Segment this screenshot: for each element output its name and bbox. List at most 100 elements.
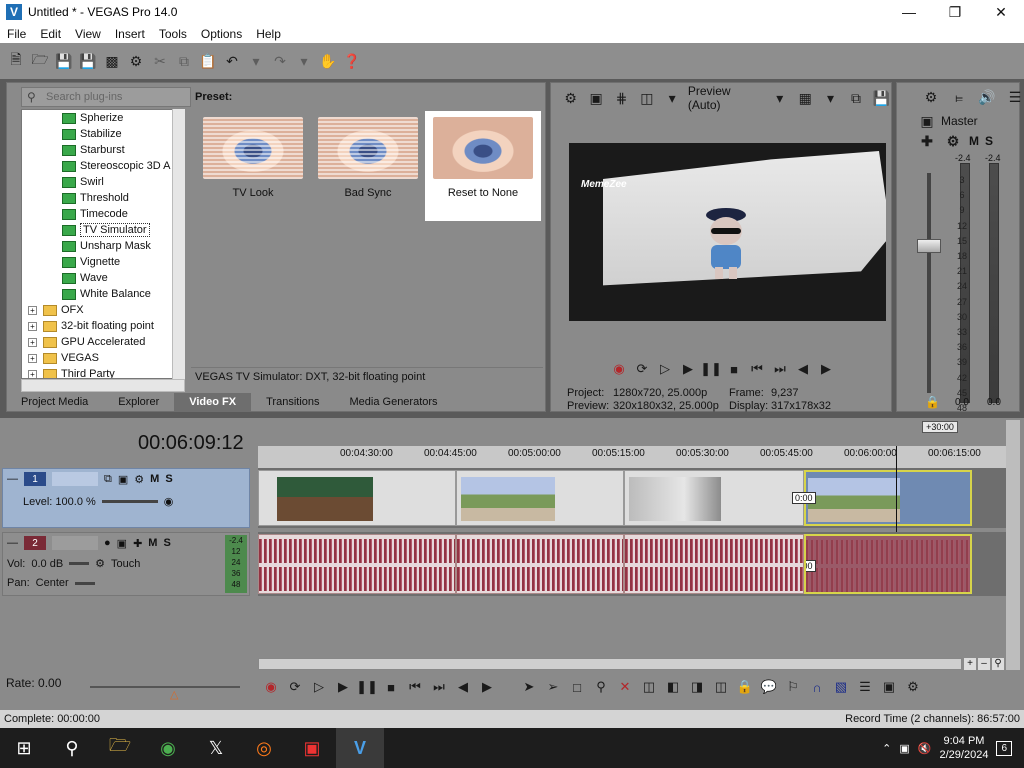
- previous-frame-icon[interactable]: ◀: [795, 361, 811, 377]
- dropdown-icon[interactable]: ▾: [770, 88, 789, 108]
- video-clip[interactable]: [456, 470, 624, 526]
- mixer-settings-icon[interactable]: ⚙: [921, 87, 941, 107]
- tree-folder[interactable]: + VEGAS: [22, 350, 184, 366]
- tree-folder[interactable]: + OFX: [22, 302, 184, 318]
- audio-track-lane[interactable]: 0:00: [258, 532, 1006, 596]
- zoom-fit-icon[interactable]: ⚲: [992, 658, 1004, 670]
- split-icon[interactable]: ◫: [712, 678, 730, 696]
- pan-icon[interactable]: ✚: [917, 131, 937, 151]
- tree-vertical-scrollbar[interactable]: [172, 109, 185, 379]
- insert-region-icon[interactable]: ⚐: [784, 678, 802, 696]
- master-fader-track[interactable]: [927, 173, 931, 393]
- file-explorer-icon[interactable]: 🗁: [96, 728, 144, 768]
- network-icon[interactable]: ▣: [899, 742, 909, 755]
- search-plugins-input[interactable]: ⚲ Search plug-ins: [21, 87, 191, 107]
- undo-dropdown-icon[interactable]: ▾: [246, 51, 266, 71]
- snapping-icon[interactable]: ∩: [808, 678, 826, 696]
- redo-icon[interactable]: ↷: [270, 51, 290, 71]
- cut-icon[interactable]: ✂: [150, 51, 170, 71]
- save-icon[interactable]: 💾: [54, 51, 74, 71]
- video-event-fx-icon[interactable]: ⚙: [904, 678, 922, 696]
- video-clip[interactable]: [624, 470, 804, 526]
- chevron-up-icon[interactable]: ⌃: [882, 742, 891, 755]
- tree-item[interactable]: Spherize: [22, 110, 184, 126]
- media-app-icon[interactable]: ▣: [288, 728, 336, 768]
- tree-item[interactable]: Stabilize: [22, 126, 184, 142]
- menu-options[interactable]: Options: [194, 27, 249, 41]
- save-as-icon[interactable]: 💾: [78, 51, 98, 71]
- mixer-channels-icon[interactable]: ☰: [1005, 87, 1024, 107]
- copy-icon[interactable]: ⧉: [174, 51, 194, 71]
- mute-button[interactable]: M: [148, 537, 157, 549]
- stop-icon[interactable]: ■: [382, 678, 400, 696]
- windows-start-icon[interactable]: ⊞: [0, 728, 48, 768]
- go-to-start-icon[interactable]: ⏮: [406, 678, 424, 696]
- go-to-end-icon[interactable]: ⏭: [430, 678, 448, 696]
- timeline-horizontal-scrollbar[interactable]: [258, 658, 962, 670]
- tree-folder[interactable]: + Third Party: [22, 366, 184, 378]
- tree-item[interactable]: Wave: [22, 270, 184, 286]
- timeline-ruler[interactable]: 00:04:30:00 00:04:45:00 00:05:00:00 00:0…: [258, 446, 1006, 468]
- next-frame-icon[interactable]: ▶: [478, 678, 496, 696]
- external-monitor-icon[interactable]: ▣: [586, 88, 605, 108]
- solo-button[interactable]: S: [165, 473, 172, 485]
- normal-edit-tool-icon[interactable]: ➤: [520, 678, 538, 696]
- master-fader-knob[interactable]: [917, 239, 941, 253]
- tree-item[interactable]: Threshold: [22, 190, 184, 206]
- track-name-field[interactable]: [52, 472, 98, 486]
- preset-reset-to-none[interactable]: Reset to None: [425, 111, 541, 221]
- ripple-edit-icon[interactable]: ☰: [856, 678, 874, 696]
- tree-item[interactable]: Vignette: [22, 254, 184, 270]
- play-icon[interactable]: ▶: [334, 678, 352, 696]
- video-track-header[interactable]: — 1 ⧉ ▣ ⚙ M S Level: 100.0 % ◉: [2, 468, 250, 528]
- copy-snapshot-icon[interactable]: ⧉: [846, 88, 865, 108]
- audio-clip[interactable]: [258, 534, 456, 594]
- menu-view[interactable]: View: [68, 27, 108, 41]
- tree-item[interactable]: Swirl: [22, 174, 184, 190]
- insert-marker-icon[interactable]: 💬: [760, 678, 778, 696]
- audio-clip[interactable]: [624, 534, 804, 594]
- expand-icon[interactable]: +: [28, 353, 37, 363]
- track-motion-icon[interactable]: ⧉: [104, 473, 112, 486]
- tree-folder[interactable]: +32-bit floating point: [22, 318, 184, 334]
- tab-video-fx[interactable]: Video FX: [174, 393, 252, 412]
- expand-icon[interactable]: +: [28, 305, 37, 315]
- track-fx-icon[interactable]: ▣: [117, 537, 127, 550]
- tree-folder[interactable]: + GPU Accelerated: [22, 334, 184, 350]
- grid-icon[interactable]: ▦: [796, 88, 815, 108]
- tree-horizontal-scrollbar[interactable]: [21, 379, 185, 392]
- tab-transitions[interactable]: Transitions: [251, 393, 334, 412]
- chrome-icon[interactable]: ◉: [144, 728, 192, 768]
- zoom-in-icon[interactable]: +: [964, 658, 976, 670]
- open-folder-icon[interactable]: 🗁: [30, 51, 50, 71]
- vegas-taskbar-icon[interactable]: V: [336, 728, 384, 768]
- notifications-badge[interactable]: 6: [996, 740, 1012, 756]
- volume-muted-icon[interactable]: 🔇: [918, 742, 932, 755]
- help-cursor-icon[interactable]: ❓: [342, 51, 362, 71]
- dropdown-icon[interactable]: ▾: [663, 88, 682, 108]
- preset-tv-look[interactable]: TV Look: [195, 111, 311, 221]
- mute-button[interactable]: M: [969, 134, 979, 148]
- menu-file[interactable]: File: [0, 27, 33, 41]
- expand-icon[interactable]: +: [28, 321, 37, 331]
- trim-end-icon[interactable]: ◨: [688, 678, 706, 696]
- event-pan-crop-icon[interactable]: ▣: [880, 678, 898, 696]
- video-clip-selected[interactable]: 0:00: [792, 470, 972, 526]
- play-from-start-icon[interactable]: ▷: [657, 361, 673, 377]
- stop-icon[interactable]: ■: [726, 361, 742, 377]
- pan-icon[interactable]: ✚: [133, 537, 142, 550]
- tree-item[interactable]: Stereoscopic 3D A: [22, 158, 184, 174]
- play-from-start-icon[interactable]: ▷: [310, 678, 328, 696]
- plugin-manager-icon[interactable]: ✋: [318, 51, 338, 71]
- redo-dropdown-icon[interactable]: ▾: [294, 51, 314, 71]
- volume-slider[interactable]: [69, 562, 90, 565]
- loop-icon[interactable]: ⟳: [286, 678, 304, 696]
- minimize-button[interactable]: —: [886, 0, 932, 24]
- tree-item[interactable]: Starburst: [22, 142, 184, 158]
- solo-button[interactable]: S: [985, 134, 993, 148]
- mute-button[interactable]: M: [150, 473, 159, 485]
- lock-icon[interactable]: 🔒: [925, 395, 940, 409]
- arm-record-icon[interactable]: ●: [104, 537, 111, 549]
- next-frame-icon[interactable]: ▶: [818, 361, 834, 377]
- zoom-tool-icon[interactable]: ⚲: [592, 678, 610, 696]
